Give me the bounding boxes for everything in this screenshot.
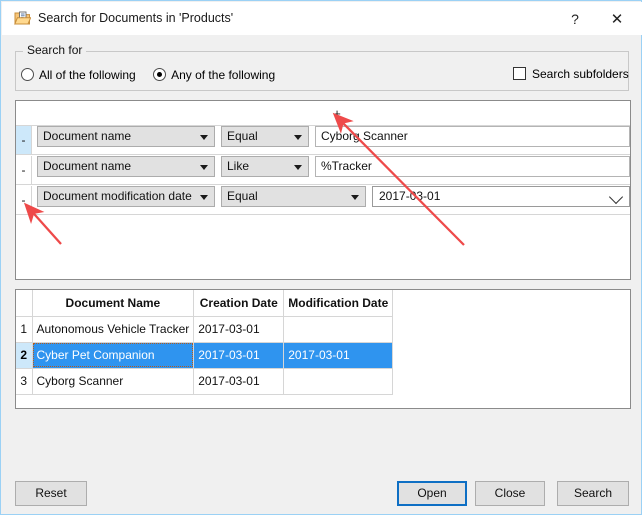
column-header-document-name[interactable]: Document Name <box>32 290 195 317</box>
criteria-field-select[interactable]: Document name <box>37 126 215 147</box>
search-button[interactable]: Search <box>557 481 629 506</box>
criteria-row: - Document name Like %Tracker <box>16 156 630 185</box>
reset-button[interactable]: Reset <box>15 481 87 506</box>
chevron-down-icon <box>200 165 208 170</box>
criteria-row: - Document modification date Equal 2017-… <box>16 186 630 215</box>
table-header-row: Document Name Creation Date Modification… <box>16 290 394 317</box>
table-row[interactable]: 2 Cyber Pet Companion 2017-03-01 2017-03… <box>16 342 394 369</box>
criteria-row: - Document name Equal Cyborg Scanner <box>16 126 630 155</box>
remove-criteria-button[interactable]: - <box>16 186 32 214</box>
chevron-down-icon <box>608 189 624 205</box>
cell-creation-date[interactable]: 2017-03-01 <box>193 342 285 369</box>
cell-document-name[interactable]: Cyborg Scanner <box>32 368 195 395</box>
cell-modification-date[interactable] <box>283 368 394 395</box>
cell-creation-date[interactable]: 2017-03-01 <box>193 316 285 343</box>
search-mode-radio-group: All of the following Any of the followin… <box>21 67 289 85</box>
criteria-operator-value: Equal <box>227 189 258 203</box>
results-grid[interactable]: Document Name Creation Date Modification… <box>15 289 631 409</box>
cell-modification-date[interactable]: 2017-03-01 <box>283 342 394 369</box>
criteria-header-row: + <box>16 101 630 126</box>
radio-all-of-the-following[interactable]: All of the following <box>21 67 136 82</box>
row-number[interactable]: 3 <box>16 368 33 395</box>
folder-document-icon <box>14 11 31 25</box>
criteria-value-input[interactable]: %Tracker <box>315 156 630 177</box>
criteria-date-picker[interactable]: 2017-03-01 <box>372 186 630 207</box>
checkbox-label-subfolders: Search subfolders <box>532 67 629 81</box>
cell-document-name[interactable]: Autonomous Vehicle Tracker <box>32 316 195 343</box>
criteria-operator-select[interactable]: Equal <box>221 186 366 207</box>
criteria-operator-select[interactable]: Equal <box>221 126 309 147</box>
chevron-down-icon <box>294 165 302 170</box>
window-title: Search for Documents in 'Products' <box>38 11 234 25</box>
cell-modification-date[interactable] <box>283 316 394 343</box>
remove-criteria-button[interactable]: - <box>16 126 32 154</box>
chevron-down-icon <box>200 135 208 140</box>
column-header-modification-date[interactable]: Modification Date <box>283 290 394 317</box>
radio-label-all: All of the following <box>39 67 136 82</box>
criteria-operator-value: Equal <box>227 129 258 143</box>
table-row[interactable]: 3 Cyborg Scanner 2017-03-01 <box>16 368 394 395</box>
remove-criteria-button[interactable]: - <box>16 156 32 184</box>
criteria-field-value: Document name <box>43 159 132 173</box>
title-bar: Search for Documents in 'Products' ? ✕ <box>2 2 642 35</box>
column-header-creation-date[interactable]: Creation Date <box>193 290 285 317</box>
criteria-field-select[interactable]: Document modification date <box>37 186 215 207</box>
search-documents-dialog: Search for Documents in 'Products' ? ✕ S… <box>0 0 642 515</box>
column-header-rownum[interactable] <box>16 290 33 317</box>
criteria-field-value: Document modification date <box>43 189 192 203</box>
chevron-down-icon <box>200 195 208 200</box>
radio-icon-any <box>153 67 167 81</box>
cell-document-name[interactable]: Cyber Pet Companion <box>32 342 195 369</box>
criteria-field-value: Document name <box>43 129 132 143</box>
add-criteria-button[interactable]: + <box>326 105 348 122</box>
help-button[interactable]: ? <box>560 8 590 30</box>
table-row[interactable]: 1 Autonomous Vehicle Tracker 2017-03-01 <box>16 316 394 343</box>
results-table: Document Name Creation Date Modification… <box>16 290 394 395</box>
criteria-operator-select[interactable]: Like <box>221 156 309 177</box>
criteria-date-value: 2017-03-01 <box>379 189 441 203</box>
checkbox-icon-subfolders <box>513 67 526 80</box>
row-number[interactable]: 2 <box>16 342 33 369</box>
cell-creation-date[interactable]: 2017-03-01 <box>193 368 285 395</box>
close-button[interactable]: Close <box>475 481 545 506</box>
criteria-field-select[interactable]: Document name <box>37 156 215 177</box>
chevron-down-icon <box>351 195 359 200</box>
close-icon[interactable]: ✕ <box>602 8 632 30</box>
row-number[interactable]: 1 <box>16 316 33 343</box>
radio-icon-all <box>21 67 34 81</box>
search-subfolders-checkbox[interactable]: Search subfolders <box>513 67 629 81</box>
criteria-panel: + - Document name Equal Cyborg Scanner -… <box>15 100 631 280</box>
open-button[interactable]: Open <box>397 481 467 506</box>
criteria-value-input[interactable]: Cyborg Scanner <box>315 126 630 147</box>
radio-any-of-the-following[interactable]: Any of the following <box>153 67 276 82</box>
search-for-legend: Search for <box>23 43 87 57</box>
chevron-down-icon <box>294 135 302 140</box>
criteria-operator-value: Like <box>227 159 250 173</box>
radio-label-any: Any of the following <box>171 67 276 82</box>
